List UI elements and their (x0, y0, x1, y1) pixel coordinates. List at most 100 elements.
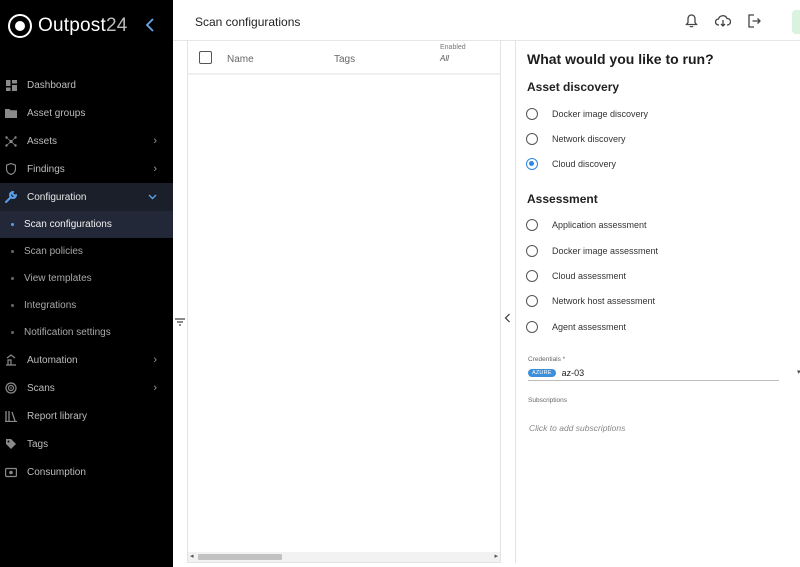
radio-button[interactable] (526, 245, 538, 257)
sidebar-item-findings[interactable]: Findings › (0, 155, 173, 183)
chevron-right-icon: › (153, 163, 157, 175)
cloud-download-icon[interactable] (714, 14, 732, 28)
radio-button[interactable] (526, 133, 538, 145)
sidebar-item-label: Automation (27, 354, 78, 366)
sidebar-item-label: Findings (27, 163, 65, 175)
bullet-icon (11, 223, 14, 226)
collapse-sidebar-button[interactable] (145, 17, 159, 35)
sidebar-subitem-label: Scan configurations (24, 219, 112, 230)
sidebar-subitem-scan-policies[interactable]: Scan policies (0, 238, 173, 265)
sidebar-item-label: Report library (27, 410, 88, 422)
table-header: Name Tags Enabled All (188, 41, 500, 75)
chevron-left-icon (145, 18, 154, 32)
section-title-assessment: Assessment (527, 192, 598, 206)
wrench-icon (5, 191, 17, 203)
enabled-filter-select[interactable]: All (440, 54, 449, 63)
radio-button[interactable] (526, 219, 538, 231)
sidebar-subitem-view-templates[interactable]: View templates (0, 265, 173, 292)
radio-label: Agent assessment (552, 322, 627, 332)
brand-logo[interactable]: Outpost24 (8, 12, 127, 40)
filter-icon[interactable] (175, 313, 185, 326)
bullet-icon (11, 277, 14, 280)
radio-docker-image-discovery[interactable]: Docker image discovery (526, 106, 648, 122)
collapse-panel-button[interactable] (504, 313, 512, 325)
radio-label: Cloud discovery (552, 159, 617, 169)
radar-icon (5, 382, 17, 394)
page-title: Scan configurations (195, 15, 301, 29)
section-title-asset-discovery: Asset discovery (527, 80, 620, 94)
credentials-value: az-03 (561, 367, 585, 378)
folder-icon (5, 107, 17, 119)
sidebar-item-label: Consumption (27, 466, 86, 478)
bullet-icon (11, 250, 14, 253)
sidebar-item-asset-groups[interactable]: Asset groups (0, 99, 173, 127)
radio-label: Cloud assessment (552, 271, 627, 281)
select-all-checkbox[interactable] (199, 51, 212, 64)
scan-configurations-table: Name Tags Enabled All ◂ ▸ (187, 41, 501, 563)
sidebar-nav: Dashboard Asset groups Assets › Findings… (0, 71, 173, 486)
radio-docker-image-assessment[interactable]: Docker image assessment (526, 243, 658, 259)
radio-cloud-discovery[interactable]: Cloud discovery (526, 156, 616, 172)
library-icon (5, 410, 17, 422)
bell-icon[interactable] (685, 14, 699, 28)
sidebar-item-consumption[interactable]: Consumption (0, 458, 173, 486)
sidebar-item-configuration[interactable]: Configuration (0, 183, 173, 211)
sidebar-subitem-integrations[interactable]: Integrations (0, 292, 173, 319)
scroll-right-icon[interactable]: ▸ (494, 552, 498, 560)
sidebar-item-label: Configuration (27, 191, 87, 203)
radio-button[interactable] (526, 108, 538, 120)
sidebar-subitem-label: Scan policies (24, 246, 83, 257)
sidebar-item-tags[interactable]: Tags (0, 430, 173, 458)
sidebar: Outpost24 Dashboard Asset groups Assets … (0, 0, 173, 567)
radio-network-host-assessment[interactable]: Network host assessment (526, 293, 655, 309)
sidebar-item-report-library[interactable]: Report library (0, 402, 173, 430)
tag-icon (5, 438, 17, 450)
brand-name: Outpost24 (38, 15, 128, 36)
radio-button[interactable] (526, 321, 538, 333)
sidebar-subitem-scan-configurations[interactable]: Scan configurations (0, 211, 173, 238)
sidebar-item-assets[interactable]: Assets › (0, 127, 173, 155)
dashboard-icon (5, 79, 17, 91)
column-header-enabled: Enabled (440, 44, 466, 51)
radio-label: Network discovery (552, 134, 626, 144)
scroll-left-icon[interactable]: ◂ (190, 552, 194, 560)
radio-cloud-assessment[interactable]: Cloud assessment (526, 268, 626, 284)
radio-label: Network host assessment (552, 296, 656, 306)
sidebar-item-label: Asset groups (27, 107, 86, 119)
radio-label: Docker image discovery (552, 109, 649, 119)
shield-icon (5, 163, 17, 175)
sidebar-item-label: Dashboard (27, 79, 76, 91)
top-header: Scan configurations (173, 0, 800, 41)
sidebar-subitem-notification-settings[interactable]: Notification settings (0, 319, 173, 346)
credentials-label: Credentials * (528, 356, 566, 363)
sidebar-item-scans[interactable]: Scans › (0, 374, 173, 402)
sidebar-item-automation[interactable]: Automation › (0, 346, 173, 374)
bullet-icon (11, 331, 14, 334)
logout-icon[interactable] (747, 14, 761, 28)
network-icon (5, 135, 17, 147)
sidebar-subitem-label: View templates (24, 273, 92, 284)
chevron-down-icon (148, 191, 157, 203)
run-options-panel: What would you like to run? Asset discov… (515, 41, 800, 563)
radio-agent-assessment[interactable]: Agent assessment (526, 319, 626, 335)
chevron-right-icon: › (153, 135, 157, 147)
subscriptions-label: Subscriptions (528, 397, 568, 404)
sidebar-item-dashboard[interactable]: Dashboard (0, 71, 173, 99)
radio-network-discovery[interactable]: Network discovery (526, 131, 626, 147)
column-header-tags[interactable]: Tags (334, 54, 355, 65)
sidebar-item-label: Scans (27, 382, 55, 394)
radio-button-checked[interactable] (526, 158, 538, 170)
outpost24-logo-icon (8, 14, 32, 38)
radio-application-assessment[interactable]: Application assessment (526, 217, 647, 233)
user-avatar[interactable] (792, 10, 800, 34)
chevron-left-icon (504, 313, 510, 323)
app-root: Outpost24 Dashboard Asset groups Assets … (0, 0, 800, 567)
radio-button[interactable] (526, 270, 538, 282)
subscriptions-input[interactable]: Click to add subscriptions (529, 423, 625, 433)
azure-chip: AZURE (528, 368, 556, 377)
horizontal-scrollbar[interactable]: ◂ ▸ (188, 552, 500, 562)
scrollbar-thumb[interactable] (198, 554, 282, 560)
radio-button[interactable] (526, 295, 538, 307)
column-header-name[interactable]: Name (227, 54, 254, 65)
credentials-select[interactable]: AZURE az-03 (528, 365, 779, 381)
